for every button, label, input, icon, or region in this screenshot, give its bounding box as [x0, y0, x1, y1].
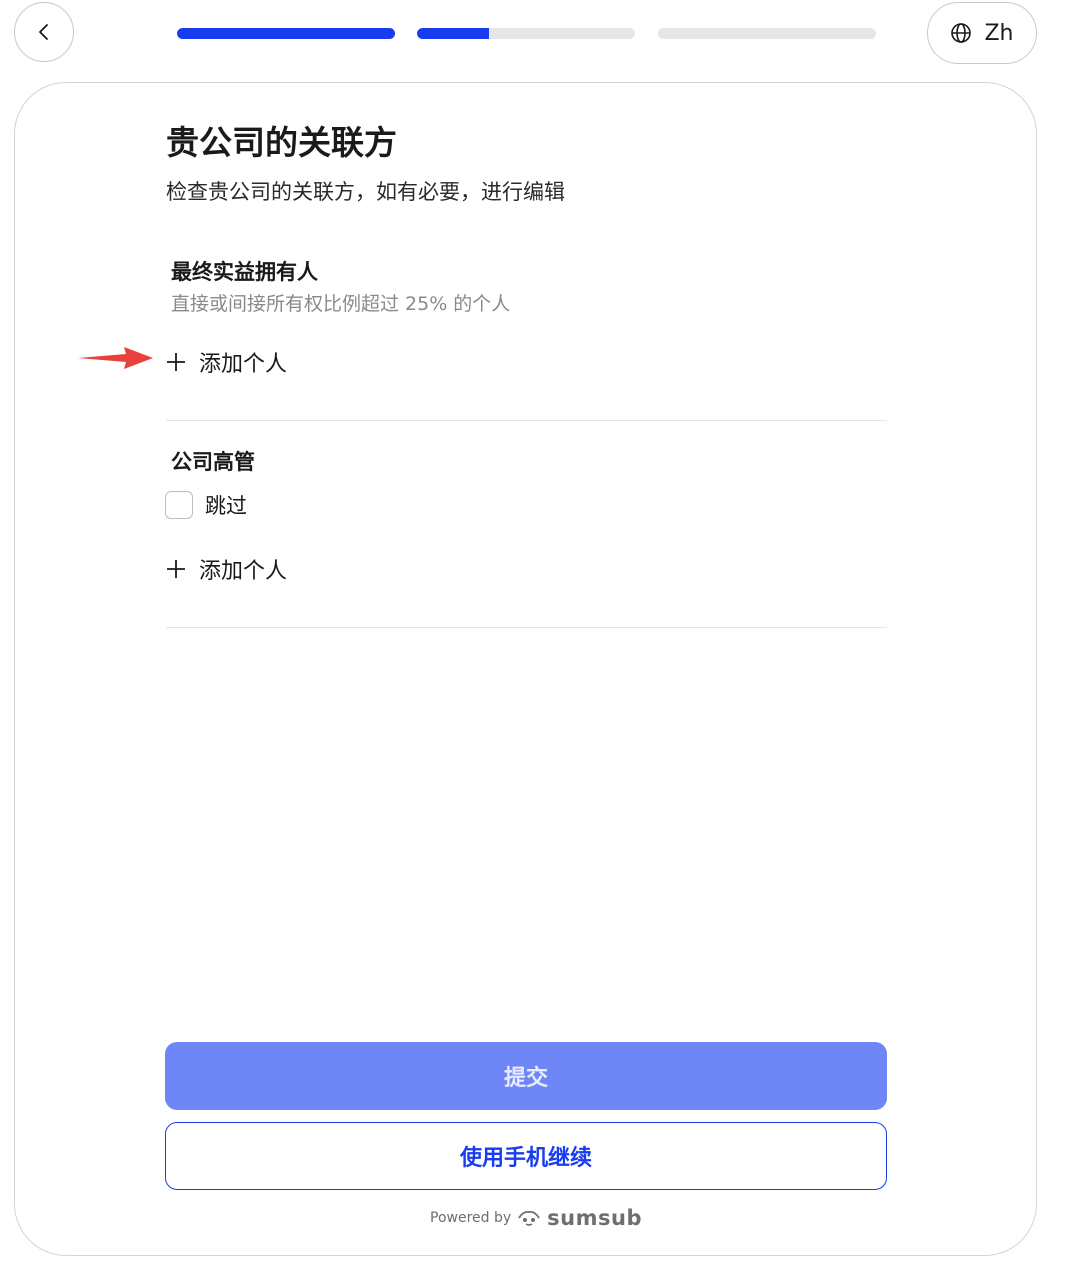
- section-description-beneficial-owners: 直接或间接所有权比例超过 25% 的个人: [171, 293, 511, 315]
- continue-on-phone-button[interactable]: 使用手机继续: [165, 1122, 887, 1190]
- skip-checkbox[interactable]: [165, 491, 193, 519]
- submit-button[interactable]: 提交: [165, 1042, 887, 1110]
- progress-step-1: [177, 28, 395, 39]
- section-title-beneficial-owners: 最终实益拥有人: [171, 260, 318, 284]
- add-person-label: 添加个人: [199, 352, 288, 377]
- plus-icon: [167, 353, 185, 371]
- section-divider: [166, 627, 887, 628]
- progress-fill: [177, 28, 395, 39]
- progress-step-2: [417, 28, 635, 39]
- annotation-arrow-icon: [78, 347, 153, 369]
- section-title-company-officers: 公司高管: [171, 450, 255, 474]
- back-button[interactable]: [14, 2, 74, 62]
- progress-step-3: [658, 28, 876, 39]
- page-subtitle: 检查贵公司的关联方，如有必要，进行编辑: [166, 180, 565, 204]
- progress-fill: [417, 28, 489, 39]
- powered-by: Powered by sumsub: [430, 1206, 642, 1230]
- add-person-button-beneficial-owners[interactable]: 添加个人: [165, 346, 287, 378]
- add-person-label: 添加个人: [199, 559, 288, 584]
- powered-by-label: Powered by: [430, 1210, 512, 1226]
- section-divider: [166, 420, 887, 421]
- language-button[interactable]: Zh: [927, 2, 1037, 64]
- skip-option[interactable]: 跳过: [165, 490, 247, 520]
- add-person-button-company-officers[interactable]: 添加个人: [165, 553, 287, 585]
- globe-icon: [951, 23, 972, 43]
- page: Zh 贵公司的关联方 检查贵公司的关联方，如有必要，进行编辑 最终实益拥有人 直…: [0, 0, 1072, 1280]
- skip-label: 跳过: [205, 494, 247, 518]
- chevron-left-icon: [39, 24, 48, 40]
- brand-name: sumsub: [547, 1206, 642, 1230]
- sumsub-logo-icon: [518, 1210, 540, 1226]
- language-label: Zh: [984, 20, 1014, 46]
- page-title: 贵公司的关联方: [166, 123, 397, 162]
- plus-icon: [167, 560, 185, 578]
